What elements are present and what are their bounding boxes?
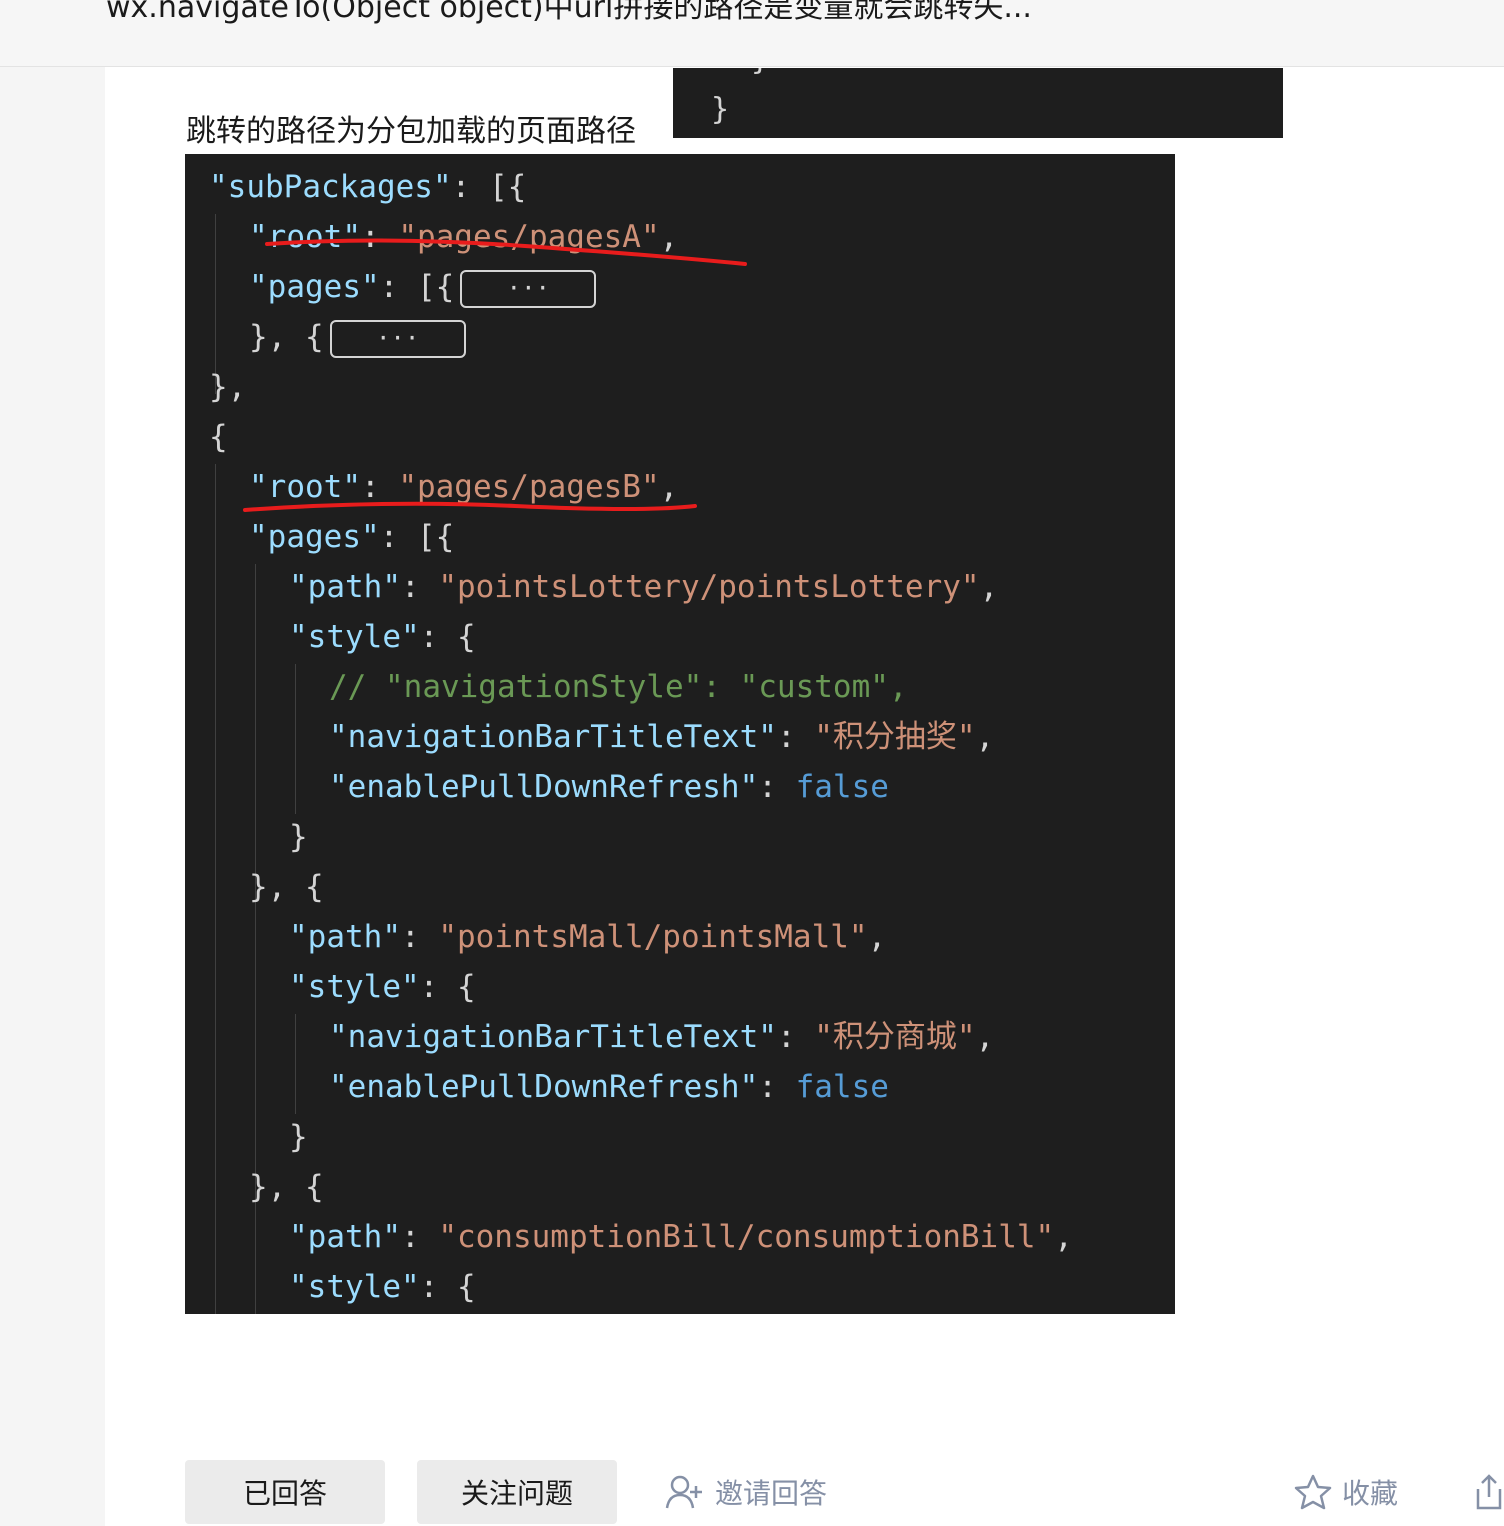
code-token: "pointsMall/pointsMall" (438, 919, 868, 955)
folded-region-button: ··· (460, 269, 597, 308)
code-token: "root" (249, 219, 361, 255)
code-token: "style" (289, 619, 420, 655)
code-line: { (209, 419, 228, 455)
code-screenshot: "subPackages": [{ "root": "pages/pagesA"… (185, 154, 1175, 1314)
code-line: "navigationBarTitleText": "积分抽奖", (329, 719, 995, 755)
code-line: "subPackages": [{ (209, 169, 527, 205)
code-line: }, {··· (249, 312, 466, 362)
code-line: }, (209, 369, 247, 405)
invite-answer-button[interactable]: 邀请回答 (665, 1468, 827, 1516)
question-title[interactable]: wx.navigateTo(Object object)中url拼接的路径是变量… (106, 0, 1032, 26)
snippet-line: } (711, 92, 730, 127)
answered-button[interactable]: 已回答 (185, 1460, 385, 1524)
code-token: false (795, 1069, 889, 1105)
code-token: "consumptionBill/consumptionBill" (438, 1219, 1055, 1255)
code-line: "navigationBarTitleText": "积分商城", (329, 1019, 995, 1055)
code-token: "style" (289, 969, 420, 1005)
code-token: "subPackages" (209, 169, 452, 205)
code-line: "path": "pointsLottery/pointsLottery", (289, 569, 999, 605)
code-token: "root" (249, 469, 361, 505)
code-line: "enablePullDownRefresh": false (329, 769, 889, 805)
invite-answer-label: 邀请回答 (715, 1477, 828, 1510)
code-line: }, { (249, 869, 324, 905)
follow-question-button[interactable]: 关注问题 (417, 1460, 617, 1524)
code-token: "enablePullDownRefresh" (329, 769, 759, 805)
code-snippet-image: } } (673, 68, 1283, 138)
code-line: "style": { (289, 619, 476, 655)
code-token: "pointsLottery/pointsLottery" (438, 569, 980, 605)
code-line: "pages": [{··· (249, 262, 597, 312)
indent-guide (295, 1014, 296, 1114)
answer-intro-text: 跳转的路径为分包加载的页面路径 (186, 114, 636, 149)
share-button[interactable] (1474, 1468, 1504, 1516)
code-line: "root": "pages/pagesB", (249, 469, 679, 505)
code-token: "path" (289, 1219, 401, 1255)
code-token: "path" (289, 569, 401, 605)
code-line: // "navigationStyle": "custom", (329, 662, 908, 712)
code-token: "enablePullDownRefresh" (329, 1069, 759, 1105)
code-line: "pages": [{ (249, 519, 455, 555)
code-token: "pages" (249, 269, 380, 305)
favorite-button[interactable]: 收藏 (1294, 1468, 1398, 1516)
indent-guide (215, 464, 216, 1314)
code-line: "root": "pages/pagesA", (249, 219, 679, 255)
code-token: false (795, 769, 889, 805)
star-icon (1294, 1474, 1332, 1510)
code-line: "path": "consumptionBill/consumptionBill… (289, 1219, 1073, 1255)
code-line: "style": { (289, 1269, 476, 1305)
code-token: "积分抽奖" (814, 719, 976, 755)
code-line: } (289, 819, 308, 855)
folded-region-button: ··· (329, 319, 466, 358)
code-line: "enablePullDownRefresh": false (329, 1069, 889, 1105)
indent-guide (295, 664, 296, 814)
code-line: "style": { (289, 969, 476, 1005)
code-comment: // "navigationStyle": "custom", (329, 669, 908, 705)
invite-user-icon (665, 1475, 702, 1509)
code-line: }, { (249, 1169, 324, 1205)
snippet-line: } (751, 68, 769, 77)
share-icon (1476, 1474, 1502, 1510)
code-token: "pages" (249, 519, 380, 555)
code-line: "path": "pointsMall/pointsMall", (289, 919, 887, 955)
code-token: "pages/pagesA" (398, 219, 660, 255)
code-token: "navigationBarTitleText" (329, 1019, 777, 1055)
code-token: "积分商城" (814, 1019, 976, 1055)
top-bar: wx.navigateTo(Object object)中url拼接的路径是变量… (0, 0, 1504, 67)
code-token: "pages/pagesB" (398, 469, 660, 505)
code-line: } (289, 1119, 308, 1155)
code-token: "style" (289, 1269, 420, 1305)
favorite-label: 收藏 (1342, 1477, 1399, 1510)
code-token: "path" (289, 919, 401, 955)
code-token: "navigationBarTitleText" (329, 719, 777, 755)
